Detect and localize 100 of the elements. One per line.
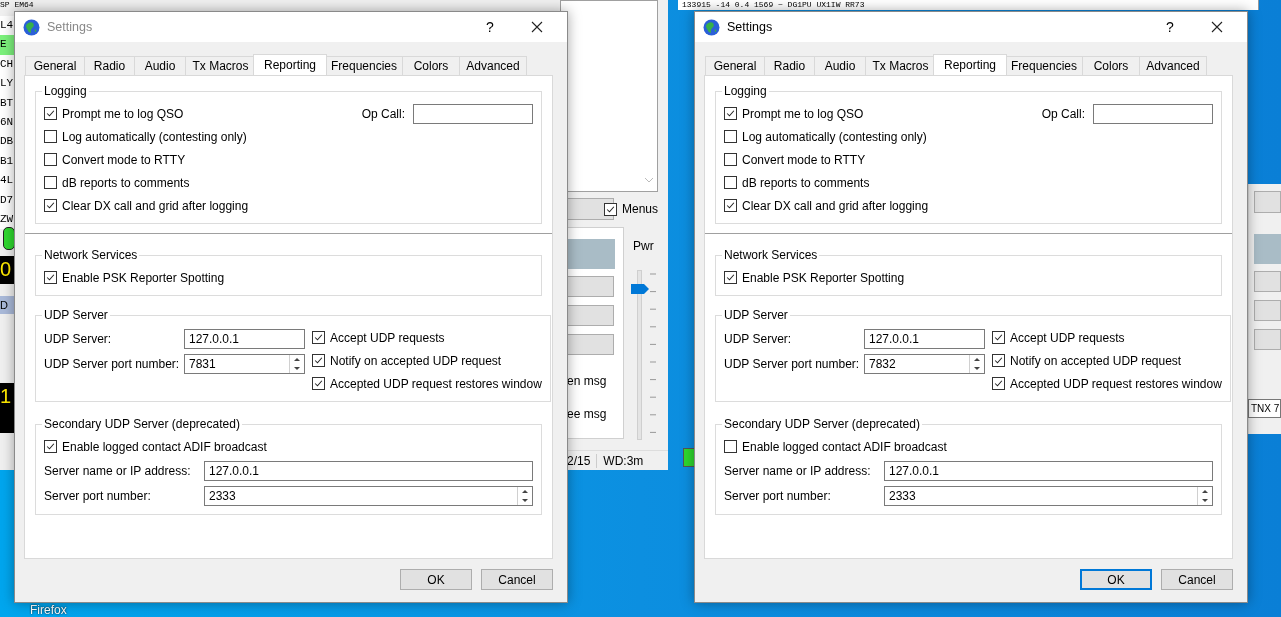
window-title: Settings — [727, 20, 774, 34]
op-call-field[interactable] — [1093, 103, 1213, 124]
tab[interactable]: Reporting — [933, 54, 1007, 75]
dialog-button[interactable]: Cancel — [1161, 569, 1233, 590]
dialog-button[interactable]: OK — [1080, 569, 1152, 590]
checkbox[interactable]: Convert mode to RTTY — [44, 152, 186, 167]
status-indicator — [683, 448, 695, 467]
group-title: Network Services — [43, 248, 139, 262]
checkbox[interactable]: Log automatically (contesting only) — [44, 129, 247, 144]
group-title: UDP Server — [723, 308, 789, 322]
checkbox-box[interactable] — [44, 199, 57, 212]
checkbox[interactable]: Accepted UDP request restores window — [992, 376, 1222, 391]
spin-box[interactable]: 7831 — [184, 353, 305, 374]
message-label: en msg — [567, 374, 607, 388]
time-readout: 1 — [0, 383, 14, 433]
checkbox-box[interactable] — [44, 440, 57, 453]
op-call-field[interactable] — [413, 103, 533, 124]
checkbox[interactable]: Log automatically (contesting only) — [724, 129, 927, 144]
checkbox-box[interactable] — [724, 199, 737, 212]
decoded-entry: CH — [0, 56, 14, 72]
group-title: UDP Server — [43, 308, 109, 322]
power-label: Pwr — [633, 239, 654, 253]
dx-label: D — [0, 296, 14, 314]
spin-box[interactable]: 2333 — [884, 485, 1213, 506]
tab[interactable]: Frequencies — [325, 56, 403, 75]
field-label: UDP Server: — [724, 331, 793, 346]
server-address-field[interactable]: 127.0.0.1 — [884, 460, 1213, 481]
checkbox-box[interactable] — [724, 271, 737, 284]
field-label: Server name or IP address: — [44, 463, 192, 478]
checkbox[interactable]: dB reports to comments — [44, 175, 190, 190]
spin-box[interactable]: 7832 — [864, 353, 985, 374]
close-icon[interactable] — [1211, 21, 1223, 33]
decoded-entry: ZW — [0, 211, 14, 227]
checkbox[interactable]: Accepted UDP request restores window — [312, 376, 542, 391]
tab[interactable]: General — [705, 56, 765, 75]
spin-box[interactable]: 2333 — [204, 485, 533, 506]
checkbox-box[interactable] — [44, 271, 57, 284]
checkbox[interactable]: Accept UDP requests — [312, 330, 445, 345]
group-title: Network Services — [723, 248, 819, 262]
checkbox-box[interactable] — [312, 331, 325, 344]
checkbox[interactable]: Enable PSK Reporter Spotting — [44, 270, 225, 285]
message-field[interactable]: TNX 7 — [1248, 399, 1281, 418]
checkbox[interactable]: Prompt me to log QSO — [724, 106, 864, 121]
checkbox-box[interactable] — [724, 107, 737, 120]
frequency-readout: 0 — [0, 256, 14, 284]
decoded-text: 133915 -14 0.4 1569 ~ DG1PU UX1IW RR73 — [681, 0, 866, 10]
checkbox[interactable]: Clear DX call and grid after logging — [44, 198, 249, 213]
tab[interactable]: Advanced — [459, 56, 527, 75]
dialog-button[interactable]: OK — [400, 569, 472, 590]
checkbox-box[interactable] — [992, 377, 1005, 390]
field-label: UDP Server: — [44, 331, 113, 346]
checkbox-box[interactable] — [992, 331, 1005, 344]
group-title: Secondary UDP Server (deprecated) — [723, 417, 921, 431]
checkbox-box[interactable] — [992, 354, 1005, 367]
udp-server-field[interactable]: 127.0.0.1 — [184, 328, 305, 349]
decoded-entry: D7 — [0, 192, 14, 208]
server-address-field[interactable]: 127.0.0.1 — [204, 460, 533, 481]
tab[interactable]: Reporting — [253, 54, 327, 75]
checkbox-box[interactable] — [312, 377, 325, 390]
close-icon[interactable] — [531, 21, 543, 33]
checkbox[interactable]: Convert mode to RTTY — [724, 152, 866, 167]
group-title: Logging — [723, 84, 768, 98]
tab[interactable]: Frequencies — [1005, 56, 1083, 75]
menus-checkbox[interactable]: Menus — [604, 202, 659, 216]
checkbox-box[interactable] — [44, 130, 57, 143]
decoded-entry: L4 — [0, 18, 14, 33]
dialog-button[interactable]: Cancel — [481, 569, 553, 590]
checkbox[interactable]: dB reports to comments — [724, 175, 870, 190]
decoded-entry: 4L — [0, 173, 14, 189]
checkbox[interactable]: Prompt me to log QSO — [44, 106, 184, 121]
tab[interactable]: General — [25, 56, 85, 75]
checkbox[interactable]: Enable logged contact ADIF broadcast — [44, 439, 267, 454]
checkbox-box[interactable] — [312, 354, 325, 367]
help-button[interactable]: ? — [1152, 19, 1188, 35]
decoded-text: SP EM64 — [0, 0, 34, 10]
decoded-entry: 6N — [0, 114, 14, 130]
op-call-label: Op Call: — [1041, 106, 1085, 121]
help-button[interactable]: ? — [472, 19, 508, 35]
decoded-entry: E — [0, 35, 14, 55]
checkbox-box[interactable] — [44, 176, 57, 189]
checkbox-box[interactable] — [724, 440, 737, 453]
group-title: Logging — [43, 84, 88, 98]
checkbox[interactable]: Notify on accepted UDP request — [992, 353, 1182, 368]
checkbox[interactable]: Accept UDP requests — [992, 330, 1125, 345]
checkbox-box[interactable] — [724, 130, 737, 143]
decoded-entry: B1 — [0, 153, 14, 169]
checkbox-box[interactable] — [724, 176, 737, 189]
field-label: UDP Server port number: — [44, 356, 181, 371]
status-indicator — [3, 227, 15, 250]
checkbox[interactable]: Notify on accepted UDP request — [312, 353, 502, 368]
slider-thumb[interactable] — [631, 284, 649, 295]
checkbox-box[interactable] — [44, 153, 57, 166]
checkbox[interactable]: Enable PSK Reporter Spotting — [724, 270, 905, 285]
checkbox-box[interactable] — [44, 107, 57, 120]
checkbox[interactable]: Clear DX call and grid after logging — [724, 198, 929, 213]
tab[interactable]: Advanced — [1139, 56, 1207, 75]
checkbox-box[interactable] — [724, 153, 737, 166]
udp-server-field[interactable]: 127.0.0.1 — [864, 328, 985, 349]
group-title: Secondary UDP Server (deprecated) — [43, 417, 241, 431]
checkbox[interactable]: Enable logged contact ADIF broadcast — [724, 439, 947, 454]
